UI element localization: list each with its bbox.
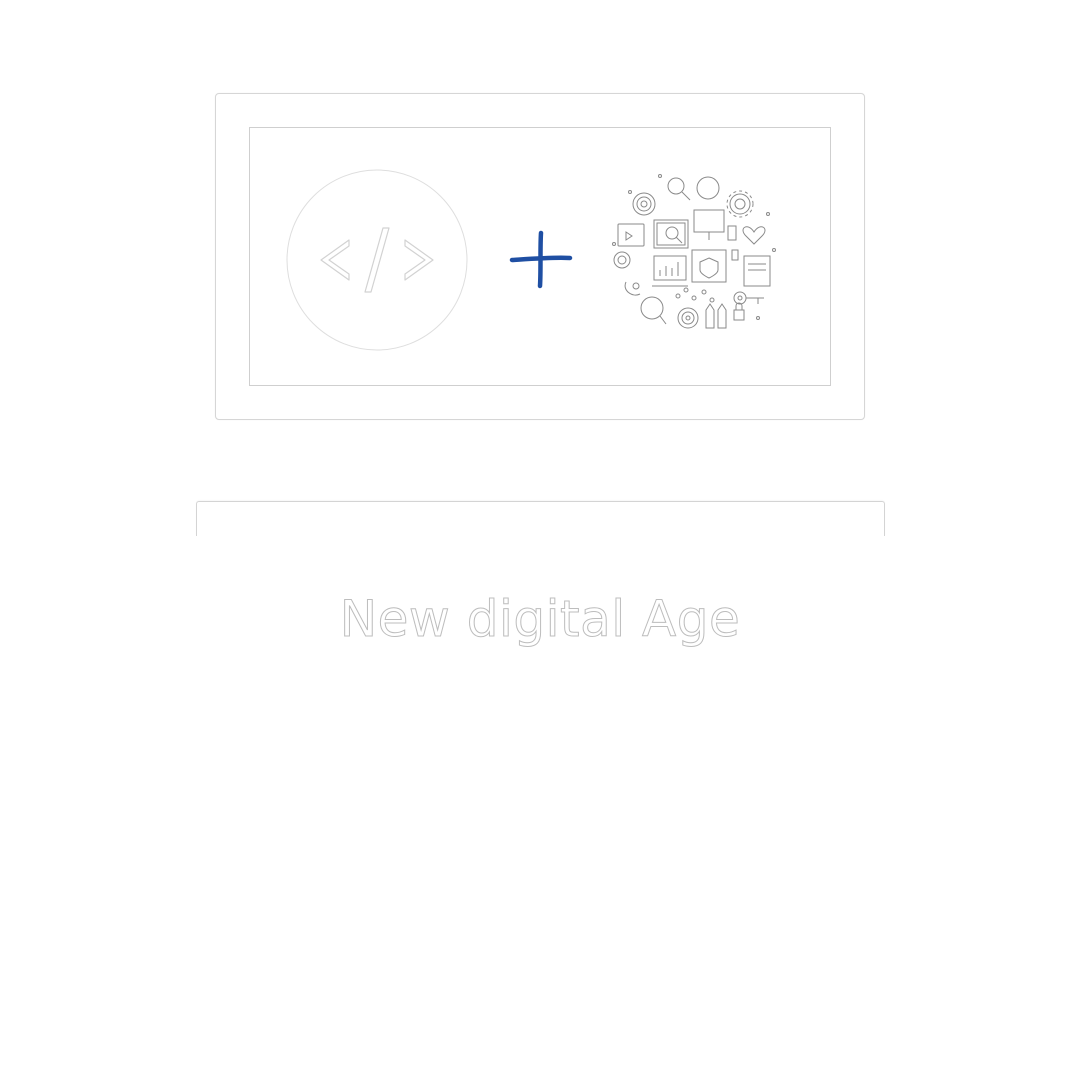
laptop-icon (653, 219, 689, 249)
magnifier-icon (667, 177, 691, 201)
key-icon (733, 291, 764, 305)
code-icon (286, 169, 468, 351)
keyboard-base (196, 501, 885, 536)
lock-icon (733, 302, 745, 321)
chart-icon (652, 255, 688, 287)
tagline: New digital Age (339, 590, 741, 649)
heart-icon (742, 226, 766, 245)
tech-icons-globe (612, 174, 776, 329)
plus-icon (509, 230, 573, 289)
gear-icon (726, 190, 754, 218)
fingerprint-icon (632, 192, 656, 216)
shield-icon (691, 249, 727, 283)
pencil-icon (705, 303, 727, 329)
